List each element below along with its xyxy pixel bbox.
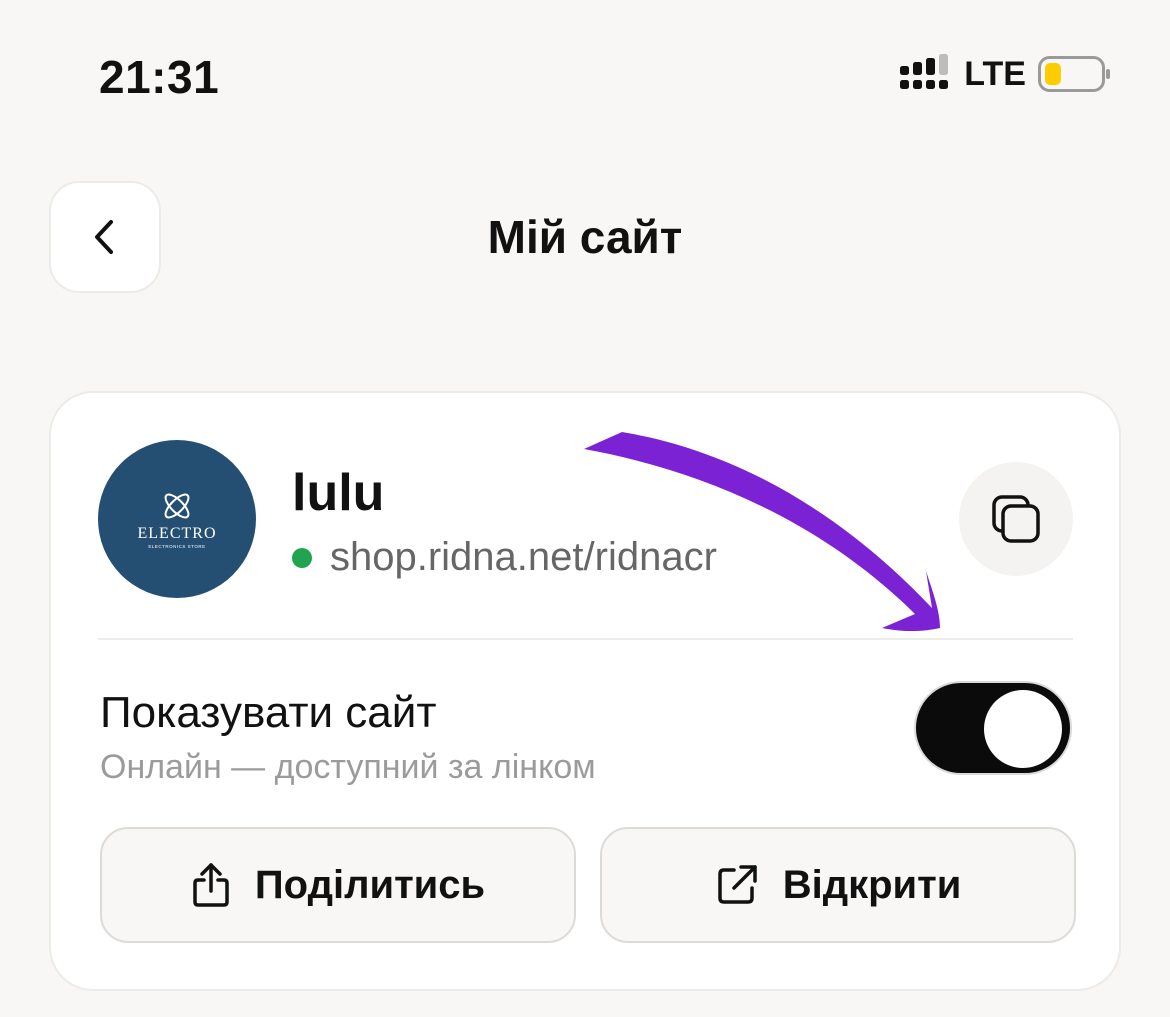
open-site-button[interactable]: Відкрити xyxy=(600,827,1076,943)
network-type: LTE xyxy=(964,54,1026,93)
status-indicators: LTE xyxy=(900,54,1112,94)
site-name: lulu xyxy=(292,464,385,522)
signal-icon xyxy=(900,54,949,89)
open-site-button-label: Відкрити xyxy=(782,862,962,907)
site-card: ELECTRO ELECTRONICS STORE lulu shop.ridn… xyxy=(49,391,1121,991)
atom-logo-icon xyxy=(164,493,190,519)
site-url-row: shop.ridna.net/ridnacr xyxy=(292,535,717,580)
share-button[interactable]: Поділитись xyxy=(100,827,576,943)
page-title: Мій сайт xyxy=(487,211,683,263)
show-site-status: Онлайн — доступний за лінком xyxy=(100,748,596,786)
copy-icon xyxy=(992,495,1040,543)
share-button-label: Поділитись xyxy=(254,862,486,907)
copy-link-button[interactable] xyxy=(959,462,1073,576)
share-icon xyxy=(193,863,229,907)
avatar-brand: ELECTRO xyxy=(137,525,217,542)
divider xyxy=(98,638,1073,640)
battery-icon xyxy=(1038,56,1110,92)
show-site-toggle[interactable] xyxy=(914,681,1072,775)
status-time: 21:31 xyxy=(99,51,220,103)
site-url: shop.ridna.net/ridnacr xyxy=(330,535,717,579)
show-site-label: Показувати сайт xyxy=(100,688,437,737)
external-link-icon xyxy=(717,865,757,904)
site-avatar: ELECTRO ELECTRONICS STORE xyxy=(98,440,256,598)
avatar-subtitle: ELECTRONICS STORE xyxy=(148,544,206,549)
online-status-dot xyxy=(292,547,312,568)
toggle-knob xyxy=(984,690,1062,768)
screen: 21:31 LTE Мій сайт ELECTRO ELECTRONICS S… xyxy=(0,0,1170,1017)
